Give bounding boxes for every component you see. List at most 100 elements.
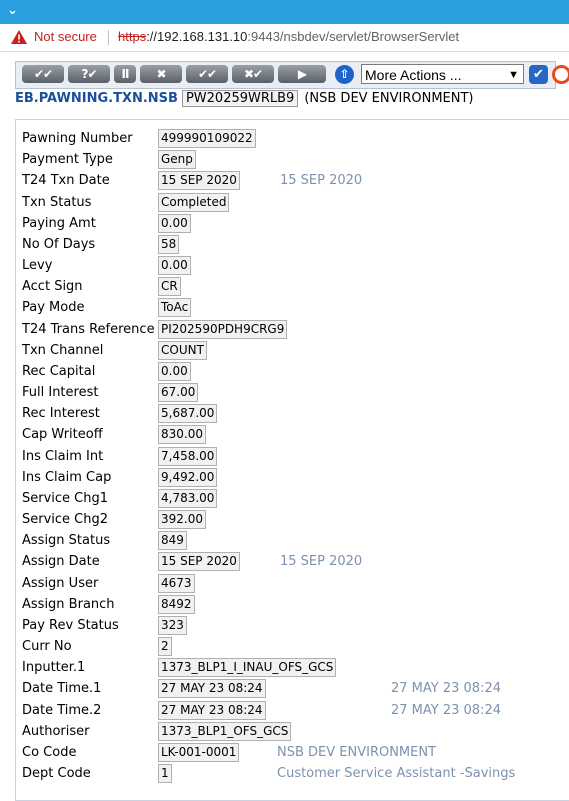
field-value: 830.00 (158, 425, 206, 445)
field-value: Genp (158, 150, 196, 170)
field-label: Assign Date (22, 554, 100, 570)
field-value: Completed (158, 192, 230, 212)
field-value: 9,492.00 (158, 467, 218, 487)
warning-icon[interactable] (11, 30, 27, 44)
field-row: Assign Status 849 (16, 530, 569, 551)
field-label: Dept Code (22, 766, 91, 782)
delete-button[interactable]: ✖ (140, 65, 182, 83)
field-value: COUNT (158, 340, 207, 360)
field-label: Cap Writeoff (22, 427, 103, 443)
record-id: PW20259WRLB9 (181, 90, 299, 107)
field-label: T24 Txn Date (22, 173, 110, 189)
url-text[interactable]: https://192.168.131.10:9443/nsbdev/servl… (118, 29, 459, 44)
field-label: Inputter.1 (22, 660, 86, 676)
field-value: 27 MAY 23 08:24 (158, 679, 266, 699)
field-row: T24 Trans Reference PI202590PDH9CRG9 (16, 319, 569, 340)
field-row: Assign Date 15 SEP 2020 15 SEP 2020 (16, 551, 569, 572)
field-enrichment: NSB DEV ENVIRONMENT (277, 744, 437, 760)
field-value: 15 SEP 2020 (158, 552, 240, 572)
field-row: Ins Claim Int 7,458.00 (16, 446, 569, 467)
field-row: Date Time.1 27 MAY 23 08:24 27 MAY 23 08:2… (16, 678, 569, 699)
field-value: 2 (158, 637, 172, 657)
field-row: Txn Channel COUNT (16, 340, 569, 361)
field-label: Pawning Number (22, 131, 133, 146)
browser-titlebar: ⌄ (0, 0, 569, 24)
field-value: 27 MAY 23 08:24 (158, 700, 266, 720)
validate-button[interactable]: ?✔ (68, 65, 110, 83)
field-value: 499990109022 (158, 129, 256, 148)
field-value: 1373_BLP1_I_INAU_OFS_GCS (158, 658, 337, 678)
help-lifebuoy-icon[interactable] (552, 65, 569, 84)
next-button[interactable]: ▶ (278, 65, 326, 83)
field-value: 1373_BLP1_OFS_GCS (158, 721, 292, 741)
field-row: Pay Mode ToAc (16, 297, 569, 318)
field-row: No Of Days 58 (16, 234, 569, 255)
field-label: T24 Trans Reference (22, 321, 155, 337)
check-icon[interactable]: ✔ (529, 65, 548, 84)
field-row: Cap Writeoff 830.00 (16, 424, 569, 445)
field-enrichment: 27 MAY 23 08:24 (391, 681, 501, 697)
reverse-button[interactable]: ✖✔ (232, 65, 274, 83)
url-path: :9443/nsbdev/servlet/BrowserServlet (247, 29, 460, 44)
up-arrow-icon[interactable]: ⇧ (335, 65, 354, 84)
field-value: 67.00 (158, 383, 199, 403)
field-value: 323 (158, 615, 187, 635)
application-name: EB.PAWNING.TXN.NSB (15, 91, 178, 106)
hold-button[interactable]: II (114, 65, 136, 83)
field-label: Rec Interest (22, 406, 100, 422)
authorise-button[interactable]: ✔✔ (186, 65, 228, 83)
field-value: PI202590PDH9CRG9 (158, 319, 288, 339)
field-value: 0.00 (158, 361, 191, 381)
field-row: Dept Code 1 Customer Service Assistant -Sa… (16, 763, 569, 784)
field-label: Rec Capital (22, 363, 96, 379)
field-row: Acct Sign CR (16, 276, 569, 297)
not-secure-label[interactable]: Not secure (34, 29, 97, 44)
field-value: ToAc (158, 298, 192, 318)
field-value: 0.00 (158, 213, 191, 233)
field-enrichment: 27 MAY 23 08:24 (391, 702, 501, 718)
field-label: Assign Branch (22, 596, 115, 612)
field-value: 58 (158, 234, 180, 254)
field-value: 0.00 (158, 256, 191, 276)
url-scheme: https (118, 29, 147, 44)
field-row: Pawning Number 499990109022 (16, 128, 569, 149)
field-label: Assign User (22, 575, 99, 591)
field-row: Txn Status Completed (16, 192, 569, 213)
field-label: Service Chg2 (22, 512, 109, 528)
field-row: T24 Txn Date 15 SEP 2020 15 SEP 2020 (16, 170, 569, 191)
address-divider (108, 30, 109, 45)
field-label: Pay Mode (22, 300, 85, 316)
field-row: Rec Interest 5,687.00 (16, 403, 569, 424)
field-row: Levy 0.00 (16, 255, 569, 276)
field-row: Full Interest 67.00 (16, 382, 569, 403)
field-enrichment: 15 SEP 2020 (280, 554, 363, 570)
field-label: Authoriser (22, 723, 90, 739)
field-label: Ins Claim Cap (22, 469, 112, 485)
field-row: Service Chg2 392.00 (16, 509, 569, 530)
chevron-down-icon[interactable]: ⌄ (7, 3, 18, 18)
field-value: 5,687.00 (158, 404, 218, 424)
field-label: Service Chg1 (22, 490, 109, 506)
field-value: 15 SEP 2020 (158, 171, 240, 191)
chevron-down-icon: ▼ (508, 69, 519, 81)
field-row: Payment Type Genp (16, 149, 569, 170)
field-label: No Of Days (22, 236, 96, 252)
field-enrichment: Customer Service Assistant -Savings (277, 766, 516, 782)
field-label: Acct Sign (22, 279, 83, 295)
more-actions-select[interactable]: More Actions ... ▼ (361, 64, 524, 84)
field-value: 1 (158, 764, 172, 784)
field-label: Co Code (22, 744, 77, 760)
field-label: Curr No (22, 639, 72, 655)
field-row: Assign Branch 8492 (16, 594, 569, 615)
field-label: Date Time.2 (22, 702, 102, 718)
field-label: Txn Channel (22, 342, 104, 358)
more-actions-label: More Actions ... (365, 67, 462, 83)
field-label: Levy (22, 258, 53, 274)
field-value: CR (158, 277, 181, 297)
field-label: Full Interest (22, 385, 99, 401)
field-row: Pay Rev Status 323 (16, 615, 569, 636)
commit-button[interactable]: ✔✔ (22, 65, 64, 83)
field-row: Rec Capital 0.00 (16, 361, 569, 382)
field-row: Paying Amt 0.00 (16, 213, 569, 234)
address-bar[interactable]: Not secure https://192.168.131.10:9443/n… (0, 24, 569, 52)
